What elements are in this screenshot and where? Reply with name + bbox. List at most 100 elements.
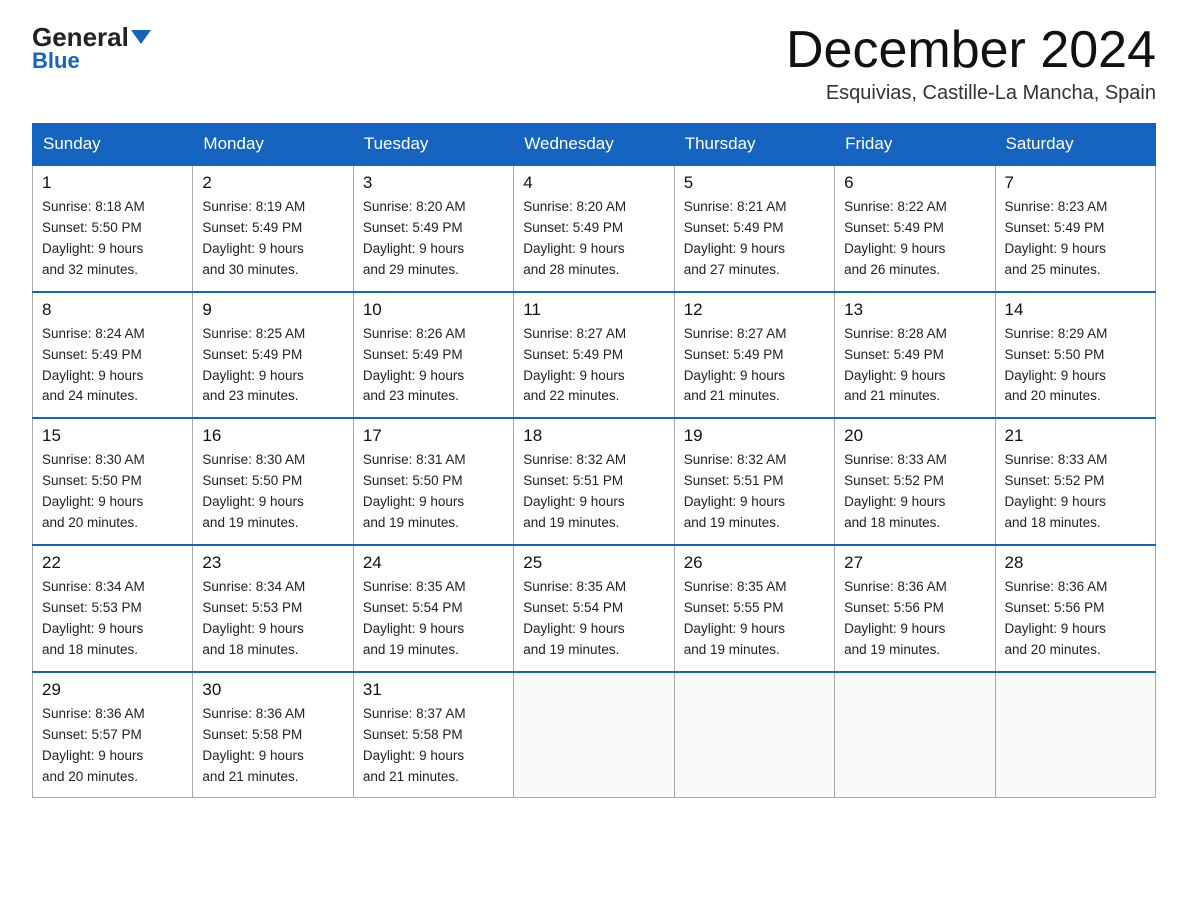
day-number: 28 [1005,553,1146,573]
day-number: 21 [1005,426,1146,446]
day-number: 5 [684,173,825,193]
calendar-cell: 13 Sunrise: 8:28 AMSunset: 5:49 PMDayligh… [835,292,995,419]
calendar-cell: 10Sunrise: 8:26 AMSunset: 5:49 PMDayligh… [353,292,513,419]
calendar-week-4: 22Sunrise: 8:34 AMSunset: 5:53 PMDayligh… [33,545,1156,672]
day-info: Sunrise: 8:37 AMSunset: 5:58 PMDaylight:… [363,704,504,788]
day-number: 30 [202,680,343,700]
calendar-cell: 30 Sunrise: 8:36 AMSunset: 5:58 PMDayligh… [193,672,353,798]
calendar-cell: 15 Sunrise: 8:30 AMSunset: 5:50 PMDayligh… [33,418,193,545]
day-number: 2 [202,173,343,193]
day-info: Sunrise: 8:35 AMSunset: 5:54 PMDaylight:… [523,577,664,661]
calendar-cell: 11 Sunrise: 8:27 AMSunset: 5:49 PMDayligh… [514,292,674,419]
day-info: Sunrise: 8:33 AMSunset: 5:52 PMDaylight:… [844,450,985,534]
calendar-cell: 24Sunrise: 8:35 AMSunset: 5:54 PMDayligh… [353,545,513,672]
calendar-cell: 19 Sunrise: 8:32 AMSunset: 5:51 PMDayligh… [674,418,834,545]
day-number: 26 [684,553,825,573]
weekday-header-row: SundayMondayTuesdayWednesdayThursdayFrid… [33,124,1156,166]
day-number: 14 [1005,300,1146,320]
day-info: Sunrise: 8:24 AMSunset: 5:49 PMDaylight:… [42,324,183,408]
day-info: Sunrise: 8:21 AMSunset: 5:49 PMDaylight:… [684,197,825,281]
calendar-week-3: 15 Sunrise: 8:30 AMSunset: 5:50 PMDayligh… [33,418,1156,545]
day-number: 29 [42,680,183,700]
calendar-cell [674,672,834,798]
day-info: Sunrise: 8:20 AMSunset: 5:49 PMDaylight:… [523,197,664,281]
day-number: 8 [42,300,183,320]
logo: General Blue [32,24,151,74]
day-info: Sunrise: 8:29 AMSunset: 5:50 PMDaylight:… [1005,324,1146,408]
day-info: Sunrise: 8:30 AMSunset: 5:50 PMDaylight:… [42,450,183,534]
day-info: Sunrise: 8:20 AMSunset: 5:49 PMDaylight:… [363,197,504,281]
day-number: 19 [684,426,825,446]
calendar-cell: 8 Sunrise: 8:24 AMSunset: 5:49 PMDaylight… [33,292,193,419]
day-info: Sunrise: 8:34 AMSunset: 5:53 PMDaylight:… [42,577,183,661]
logo-triangle-icon [131,30,151,44]
day-number: 6 [844,173,985,193]
day-number: 12 [684,300,825,320]
calendar-cell: 7Sunrise: 8:23 AMSunset: 5:49 PMDaylight… [995,165,1155,292]
calendar-table: SundayMondayTuesdayWednesdayThursdayFrid… [32,123,1156,798]
calendar-cell: 18 Sunrise: 8:32 AMSunset: 5:51 PMDayligh… [514,418,674,545]
calendar-cell: 14 Sunrise: 8:29 AMSunset: 5:50 PMDayligh… [995,292,1155,419]
weekday-header-wednesday: Wednesday [514,124,674,166]
calendar-cell: 29Sunrise: 8:36 AMSunset: 5:57 PMDayligh… [33,672,193,798]
day-number: 9 [202,300,343,320]
day-info: Sunrise: 8:31 AMSunset: 5:50 PMDaylight:… [363,450,504,534]
day-info: Sunrise: 8:27 AMSunset: 5:49 PMDaylight:… [684,324,825,408]
calendar-cell: 5 Sunrise: 8:21 AMSunset: 5:49 PMDaylight… [674,165,834,292]
calendar-cell: 3 Sunrise: 8:20 AMSunset: 5:49 PMDaylight… [353,165,513,292]
weekday-header-monday: Monday [193,124,353,166]
day-info: Sunrise: 8:28 AMSunset: 5:49 PMDaylight:… [844,324,985,408]
calendar-cell: 22Sunrise: 8:34 AMSunset: 5:53 PMDayligh… [33,545,193,672]
day-number: 23 [202,553,343,573]
calendar-cell [835,672,995,798]
calendar-cell: 21 Sunrise: 8:33 AMSunset: 5:52 PMDayligh… [995,418,1155,545]
calendar-cell: 26 Sunrise: 8:35 AMSunset: 5:55 PMDayligh… [674,545,834,672]
day-number: 11 [523,300,664,320]
calendar-week-5: 29Sunrise: 8:36 AMSunset: 5:57 PMDayligh… [33,672,1156,798]
title-block: December 2024 Esquivias, Castille-La Man… [786,24,1156,105]
weekday-header-friday: Friday [835,124,995,166]
day-info: Sunrise: 8:26 AMSunset: 5:49 PMDaylight:… [363,324,504,408]
day-info: Sunrise: 8:34 AMSunset: 5:53 PMDaylight:… [202,577,343,661]
calendar-cell: 4 Sunrise: 8:20 AMSunset: 5:49 PMDaylight… [514,165,674,292]
day-number: 25 [523,553,664,573]
day-info: Sunrise: 8:19 AMSunset: 5:49 PMDaylight:… [202,197,343,281]
logo-general: General [32,24,151,50]
day-info: Sunrise: 8:32 AMSunset: 5:51 PMDaylight:… [523,450,664,534]
weekday-header-tuesday: Tuesday [353,124,513,166]
calendar-cell: 9Sunrise: 8:25 AMSunset: 5:49 PMDaylight… [193,292,353,419]
day-info: Sunrise: 8:18 AMSunset: 5:50 PMDaylight:… [42,197,183,281]
day-info: Sunrise: 8:33 AMSunset: 5:52 PMDaylight:… [1005,450,1146,534]
calendar-cell [995,672,1155,798]
day-number: 27 [844,553,985,573]
calendar-week-1: 1Sunrise: 8:18 AMSunset: 5:50 PMDaylight… [33,165,1156,292]
calendar-week-2: 8 Sunrise: 8:24 AMSunset: 5:49 PMDaylight… [33,292,1156,419]
weekday-header-sunday: Sunday [33,124,193,166]
calendar-cell: 31 Sunrise: 8:37 AMSunset: 5:58 PMDayligh… [353,672,513,798]
calendar-cell: 16Sunrise: 8:30 AMSunset: 5:50 PMDayligh… [193,418,353,545]
day-info: Sunrise: 8:30 AMSunset: 5:50 PMDaylight:… [202,450,343,534]
day-info: Sunrise: 8:32 AMSunset: 5:51 PMDaylight:… [684,450,825,534]
day-number: 13 [844,300,985,320]
calendar-cell: 17 Sunrise: 8:31 AMSunset: 5:50 PMDayligh… [353,418,513,545]
day-number: 18 [523,426,664,446]
day-number: 15 [42,426,183,446]
day-info: Sunrise: 8:36 AMSunset: 5:58 PMDaylight:… [202,704,343,788]
day-info: Sunrise: 8:36 AMSunset: 5:56 PMDaylight:… [1005,577,1146,661]
calendar-cell: 25 Sunrise: 8:35 AMSunset: 5:54 PMDayligh… [514,545,674,672]
calendar-cell [514,672,674,798]
day-number: 17 [363,426,504,446]
calendar-cell: 6Sunrise: 8:22 AMSunset: 5:49 PMDaylight… [835,165,995,292]
day-info: Sunrise: 8:27 AMSunset: 5:49 PMDaylight:… [523,324,664,408]
day-info: Sunrise: 8:35 AMSunset: 5:55 PMDaylight:… [684,577,825,661]
calendar-cell: 20 Sunrise: 8:33 AMSunset: 5:52 PMDayligh… [835,418,995,545]
calendar-cell: 1Sunrise: 8:18 AMSunset: 5:50 PMDaylight… [33,165,193,292]
calendar-cell: 12 Sunrise: 8:27 AMSunset: 5:49 PMDayligh… [674,292,834,419]
day-number: 3 [363,173,504,193]
day-number: 20 [844,426,985,446]
location-title: Esquivias, Castille-La Mancha, Spain [786,82,1156,105]
day-number: 31 [363,680,504,700]
day-number: 7 [1005,173,1146,193]
day-number: 4 [523,173,664,193]
calendar-body: 1Sunrise: 8:18 AMSunset: 5:50 PMDaylight… [33,165,1156,798]
